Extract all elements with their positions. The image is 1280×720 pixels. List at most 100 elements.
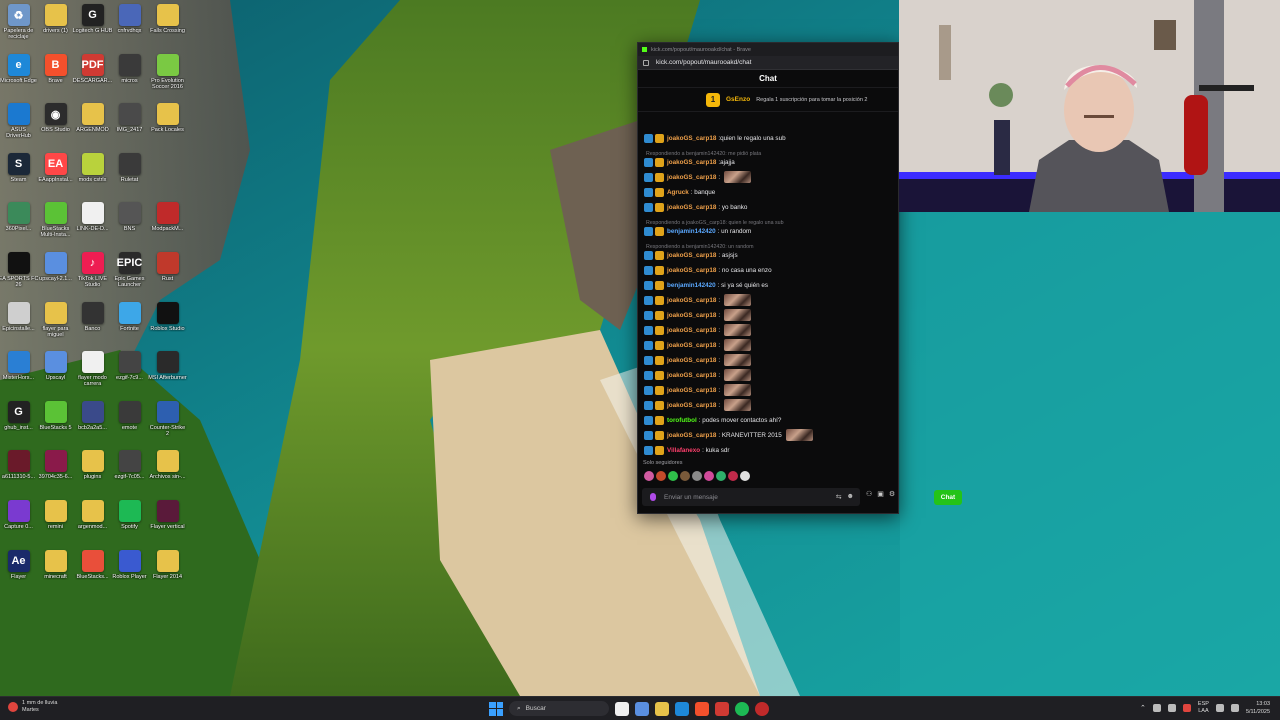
app-icon[interactable]: [755, 701, 769, 716]
desktop-icon[interactable]: Falls Crossing: [149, 4, 186, 50]
desktop-icon[interactable]: Roblox Studio: [149, 301, 186, 348]
desktop-icon[interactable]: G Logitech G HUB: [73, 4, 112, 50]
chat-username[interactable]: joakoGS_carp18: [667, 432, 716, 439]
chat-message[interactable]: joakoGS_carp18:: [644, 353, 752, 367]
chat-username[interactable]: joakoGS_carp18: [667, 204, 716, 211]
desktop-icon[interactable]: ♻ Papelera de reciclaje: [0, 4, 37, 50]
desktop-icon[interactable]: cnfrvdhqx: [111, 4, 148, 50]
weather-widget[interactable]: 1 mm de lluvia Martes: [8, 700, 57, 714]
address-bar[interactable]: kick.com/popout/maurooakd/chat: [638, 56, 898, 70]
emote-icon[interactable]: [704, 471, 714, 481]
chat-message[interactable]: Agruck: banque: [644, 185, 715, 199]
desktop-icon[interactable]: Capture 0...: [0, 500, 37, 546]
language-indicator[interactable]: ESP LAA: [1198, 701, 1209, 715]
chat-username[interactable]: joakoGS_carp18: [667, 297, 716, 304]
desktop-icon[interactable]: BlueStacks 5: [37, 400, 74, 447]
quick-emote-bar[interactable]: [644, 471, 750, 481]
file-explorer-icon[interactable]: [655, 701, 669, 716]
brave-icon[interactable]: [695, 701, 709, 716]
window-titlebar[interactable]: kick.com/popout/maurooakd/chat - Brave: [638, 43, 898, 56]
desktop-icon[interactable]: Pro Evolution Soccer 2016: [149, 53, 186, 100]
chat-username[interactable]: Villafanexo: [667, 447, 700, 454]
chat-message[interactable]: Villafanexo: kuka sdr: [644, 443, 729, 457]
emote-icon[interactable]: [668, 471, 678, 481]
desktop-icon[interactable]: 360Pixel...: [0, 202, 37, 248]
desktop-icon[interactable]: Archivos sin-...: [149, 450, 186, 496]
desktop-icon[interactable]: Gghub_inst...: [0, 400, 37, 447]
chat-emote[interactable]: [724, 384, 752, 396]
chat-emote[interactable]: [724, 294, 752, 306]
widgets-icon[interactable]: [635, 701, 649, 716]
top-gifter-bar[interactable]: 1 GsEnzo Regala 1 suscripción para tomar…: [638, 88, 898, 112]
chat-message[interactable]: joakoGS_carp18:: [644, 170, 752, 184]
emote-icon[interactable]: [716, 471, 726, 481]
chat-username[interactable]: joakoGS_carp18: [667, 402, 716, 409]
edge-icon[interactable]: [675, 701, 689, 716]
chat-message[interactable]: joakoGS_carp18:: [644, 368, 752, 382]
emote-icon[interactable]: [656, 471, 666, 481]
desktop-icon[interactable]: minecraft: [37, 549, 74, 596]
desktop-icon[interactable]: IMG_2417: [111, 103, 148, 149]
desktop-icon[interactable]: MisterHors...: [0, 351, 37, 397]
chat-message[interactable]: joakoGS_carp18:: [644, 338, 752, 352]
clock[interactable]: 13:03 5/11/2025: [1246, 700, 1270, 716]
chat-emote[interactable]: [724, 171, 752, 183]
desktop-icon[interactable]: Roblox Player: [111, 549, 148, 596]
chat-emote[interactable]: [724, 369, 752, 381]
desktop-icon[interactable]: Counter-Strike 2: [149, 400, 186, 447]
chat-username[interactable]: joakoGS_carp18: [667, 342, 716, 349]
desktop-icon[interactable]: upscayl-2.1...: [37, 252, 74, 298]
show-hidden-icons-icon[interactable]: ⌃: [1140, 704, 1146, 712]
task-view-icon[interactable]: [615, 701, 629, 716]
desktop-icon[interactable]: e Microsoft Edge: [0, 53, 37, 100]
chat-emote[interactable]: [724, 324, 752, 336]
users-icon[interactable]: ⚇: [866, 490, 872, 498]
top-gifter-name[interactable]: GsEnzo: [726, 96, 750, 103]
desktop-icon[interactable]: Flayer 2014: [149, 549, 186, 596]
tray-icon[interactable]: [1167, 704, 1176, 712]
chat-username[interactable]: joakoGS_carp18: [667, 372, 716, 379]
desktop-icon[interactable]: ♪ TikTok LIVE Studio: [74, 252, 111, 298]
desktop-icon[interactable]: EA EAappInstal...: [37, 152, 74, 199]
chat-username[interactable]: joakoGS_carp18: [667, 312, 716, 319]
chat-username[interactable]: joakoGS_carp18: [667, 357, 716, 364]
chat-username[interactable]: torofutbol: [667, 417, 697, 424]
chat-message[interactable]: joakoGS_carp18:: [644, 398, 752, 412]
desktop-icon[interactable]: bcb2a2a5...: [74, 400, 111, 447]
chat-username[interactable]: benjamin142420: [667, 228, 716, 235]
desktop-icon[interactable]: ezgif-7c05...: [111, 450, 148, 496]
desktop-icon[interactable]: BlueStacks Multi-Insta...: [37, 202, 74, 248]
chat-message[interactable]: joakoGS_carp18: no casa una enzo: [644, 263, 772, 277]
desktop-icon[interactable]: Flayer vertical: [149, 500, 186, 546]
gift-promo-text[interactable]: Regala 1 suscripción para tomar la posic…: [756, 97, 867, 103]
desktop-icon[interactable]: EPIC Epic Games Launcher: [111, 252, 148, 298]
tray-icon[interactable]: [1182, 704, 1191, 712]
settings-icon[interactable]: ⚙: [889, 490, 895, 498]
chat-message[interactable]: benjamin142420: si ya sé quién es: [644, 278, 768, 292]
emoji-picker-icon[interactable]: ☻: [847, 493, 854, 501]
desktop-icon[interactable]: BlueStacks...: [74, 549, 111, 596]
emote-icon[interactable]: [644, 471, 654, 481]
chat-message[interactable]: joakoGS_carp18:: [644, 383, 752, 397]
chat-username[interactable]: joakoGS_carp18: [667, 327, 716, 334]
emote-icon[interactable]: [680, 471, 690, 481]
chat-username[interactable]: joakoGS_carp18: [667, 267, 716, 274]
desktop-icon[interactable]: Fortnite: [111, 301, 148, 348]
desktop-icon[interactable]: a6111310-5...: [0, 450, 37, 496]
desktop-icon[interactable]: Rust: [149, 252, 186, 298]
translate-icon[interactable]: ⇆: [836, 493, 842, 501]
chat-message[interactable]: benjamin142420: un random: [644, 224, 751, 238]
site-info-icon[interactable]: [643, 59, 649, 66]
desktop-icon[interactable]: B Brave: [37, 53, 74, 100]
desktop-icon[interactable]: EA SPORTS FC 26: [0, 252, 38, 298]
chat-tools[interactable]: ⚇ ▣ ⚙: [866, 490, 895, 498]
chat-emote[interactable]: [785, 429, 813, 441]
gift-icon[interactable]: ▣: [877, 490, 884, 498]
url-text[interactable]: kick.com/popout/maurooakd/chat: [656, 59, 751, 66]
volume-icon[interactable]: [1230, 704, 1239, 712]
chat-mode-icon[interactable]: [650, 493, 656, 501]
chat-emote[interactable]: [724, 339, 752, 351]
chat-message[interactable]: joakoGS_carp18:: [644, 308, 752, 322]
emote-icon[interactable]: [728, 471, 738, 481]
desktop-icon[interactable]: S Steam: [0, 152, 37, 199]
